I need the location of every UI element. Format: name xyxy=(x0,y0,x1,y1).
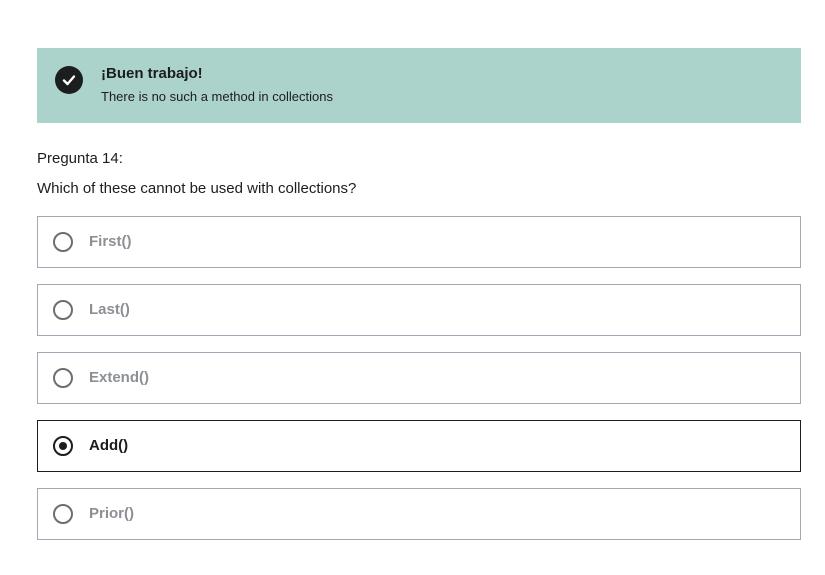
question-text: Which of these cannot be used with colle… xyxy=(37,180,357,197)
answer-option[interactable]: Last() xyxy=(37,284,801,336)
answer-label: First() xyxy=(89,233,132,250)
radio-button[interactable] xyxy=(53,504,73,524)
answer-option[interactable]: First() xyxy=(37,216,801,268)
feedback-banner: ¡Buen trabajo! There is no such a method… xyxy=(37,48,801,123)
radio-button[interactable] xyxy=(53,436,73,456)
answer-option[interactable]: Add() xyxy=(37,420,801,472)
radio-button[interactable] xyxy=(53,232,73,252)
checkmark-icon xyxy=(55,66,83,94)
answer-label: Add() xyxy=(89,437,129,454)
question-number: Pregunta 14: xyxy=(37,150,123,167)
answer-label: Extend() xyxy=(89,369,149,386)
radio-selected-dot xyxy=(59,442,67,450)
answer-label: Prior() xyxy=(89,505,134,522)
radio-button[interactable] xyxy=(53,300,73,320)
answer-option[interactable]: Extend() xyxy=(37,352,801,404)
feedback-message: There is no such a method in collections xyxy=(101,89,333,104)
radio-button[interactable] xyxy=(53,368,73,388)
answer-option[interactable]: Prior() xyxy=(37,488,801,540)
answer-list: First() Last() Extend() Add() Prior() xyxy=(37,216,801,556)
answer-label: Last() xyxy=(89,301,130,318)
feedback-title: ¡Buen trabajo! xyxy=(101,65,203,82)
